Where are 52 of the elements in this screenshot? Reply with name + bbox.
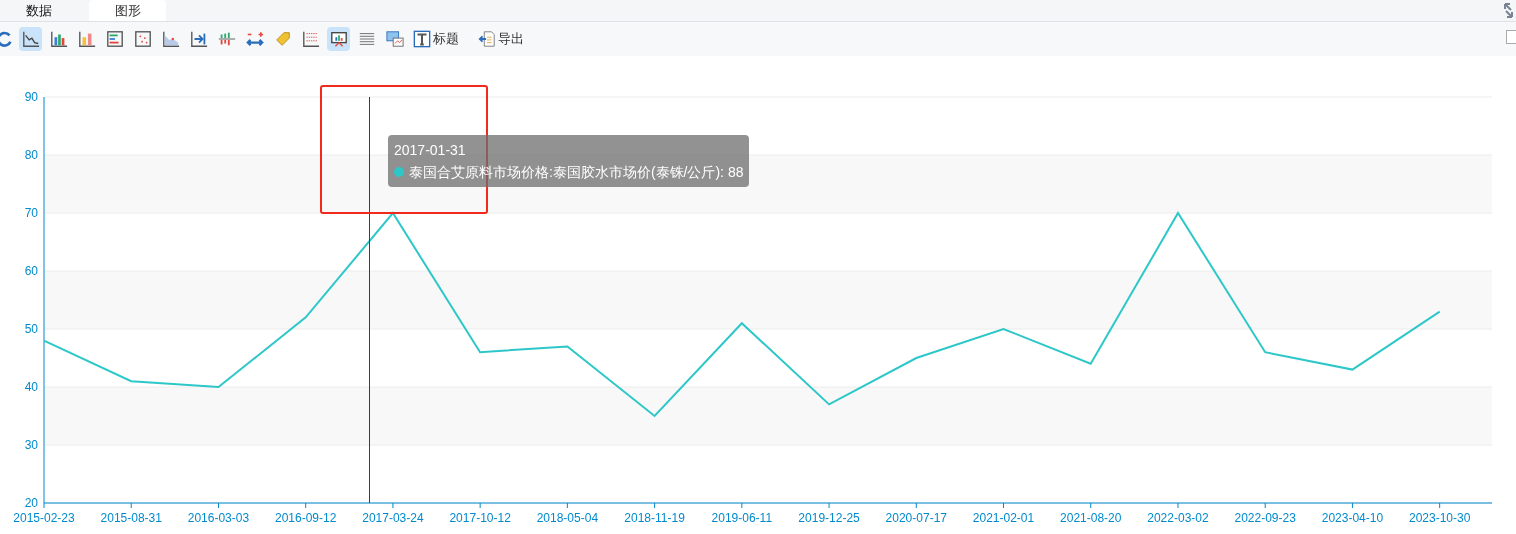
export-icon xyxy=(478,30,496,48)
refresh-icon xyxy=(0,30,14,48)
arrow-chart-icon xyxy=(189,30,208,48)
y-tick-label: 90 xyxy=(24,90,38,104)
toolbar-button[interactable]: 导出 xyxy=(476,27,526,51)
y-tick-label: 20 xyxy=(24,496,38,510)
stacked-bars-icon xyxy=(217,30,236,48)
x-tick-label: 2023-10-30 xyxy=(1408,511,1471,525)
x-tick-label: 2018-11-19 xyxy=(624,511,685,525)
tab[interactable]: 数据 xyxy=(0,0,77,21)
tab[interactable]: 图形 xyxy=(89,0,166,21)
tooltip-date: 2017-01-31 xyxy=(394,141,467,160)
y-tick-label: 40 xyxy=(24,380,38,394)
toolbar-button[interactable] xyxy=(19,27,42,51)
x-tick-label: 2023-04-10 xyxy=(1321,511,1384,525)
y-tick-label: 60 xyxy=(24,264,38,278)
x-tick-label: 2022-03-02 xyxy=(1147,511,1209,525)
y-tick-label: 50 xyxy=(24,322,38,336)
presentation-icon xyxy=(329,30,348,48)
scatter-icon xyxy=(133,30,152,48)
x-tick-label: 2015-02-23 xyxy=(13,511,75,525)
x-tick-label: 2021-08-20 xyxy=(1060,511,1122,525)
checkbox[interactable] xyxy=(1506,30,1516,44)
x-tick-label: 2017-10-12 xyxy=(449,511,511,525)
y-tick-label: 80 xyxy=(24,148,38,162)
collapse-icon[interactable] xyxy=(1503,2,1514,19)
y-tick-label: 30 xyxy=(24,438,38,452)
x-tick-label: 2018-05-04 xyxy=(536,511,599,525)
tooltip-value: : 88 xyxy=(720,163,744,182)
tag-icon xyxy=(273,30,292,48)
horizontal-bar-icon xyxy=(105,30,124,48)
x-tick-label: 2019-12-25 xyxy=(798,511,860,525)
x-tick-label: 2015-08-31 xyxy=(100,511,162,525)
x-tick-label: 2016-09-12 xyxy=(275,511,337,525)
x-tick-label: 2019-06-11 xyxy=(711,511,773,525)
x-tick-label: 2021-02-01 xyxy=(972,511,1035,525)
bar-chart-icon xyxy=(77,30,96,48)
area-chart-icon xyxy=(161,30,180,48)
toolbar-button[interactable] xyxy=(327,27,350,51)
x-tick-label: 2022-09-23 xyxy=(1234,511,1296,525)
x-tick-label: 2016-03-03 xyxy=(187,511,250,525)
toolbar-button[interactable]: 标题 xyxy=(411,27,461,51)
line-chart-icon xyxy=(21,30,40,48)
swap-arrows-icon xyxy=(245,30,264,48)
x-tick-label: 2017-03-24 xyxy=(362,511,424,525)
bar-chart-icon xyxy=(49,30,68,48)
list-icon xyxy=(357,30,376,48)
title-icon xyxy=(413,30,431,48)
x-tick-label: 2020-07-17 xyxy=(885,511,947,525)
grid-chart-icon xyxy=(301,30,320,48)
y-tick-label: 70 xyxy=(24,206,38,220)
monitor-icon xyxy=(385,30,404,48)
